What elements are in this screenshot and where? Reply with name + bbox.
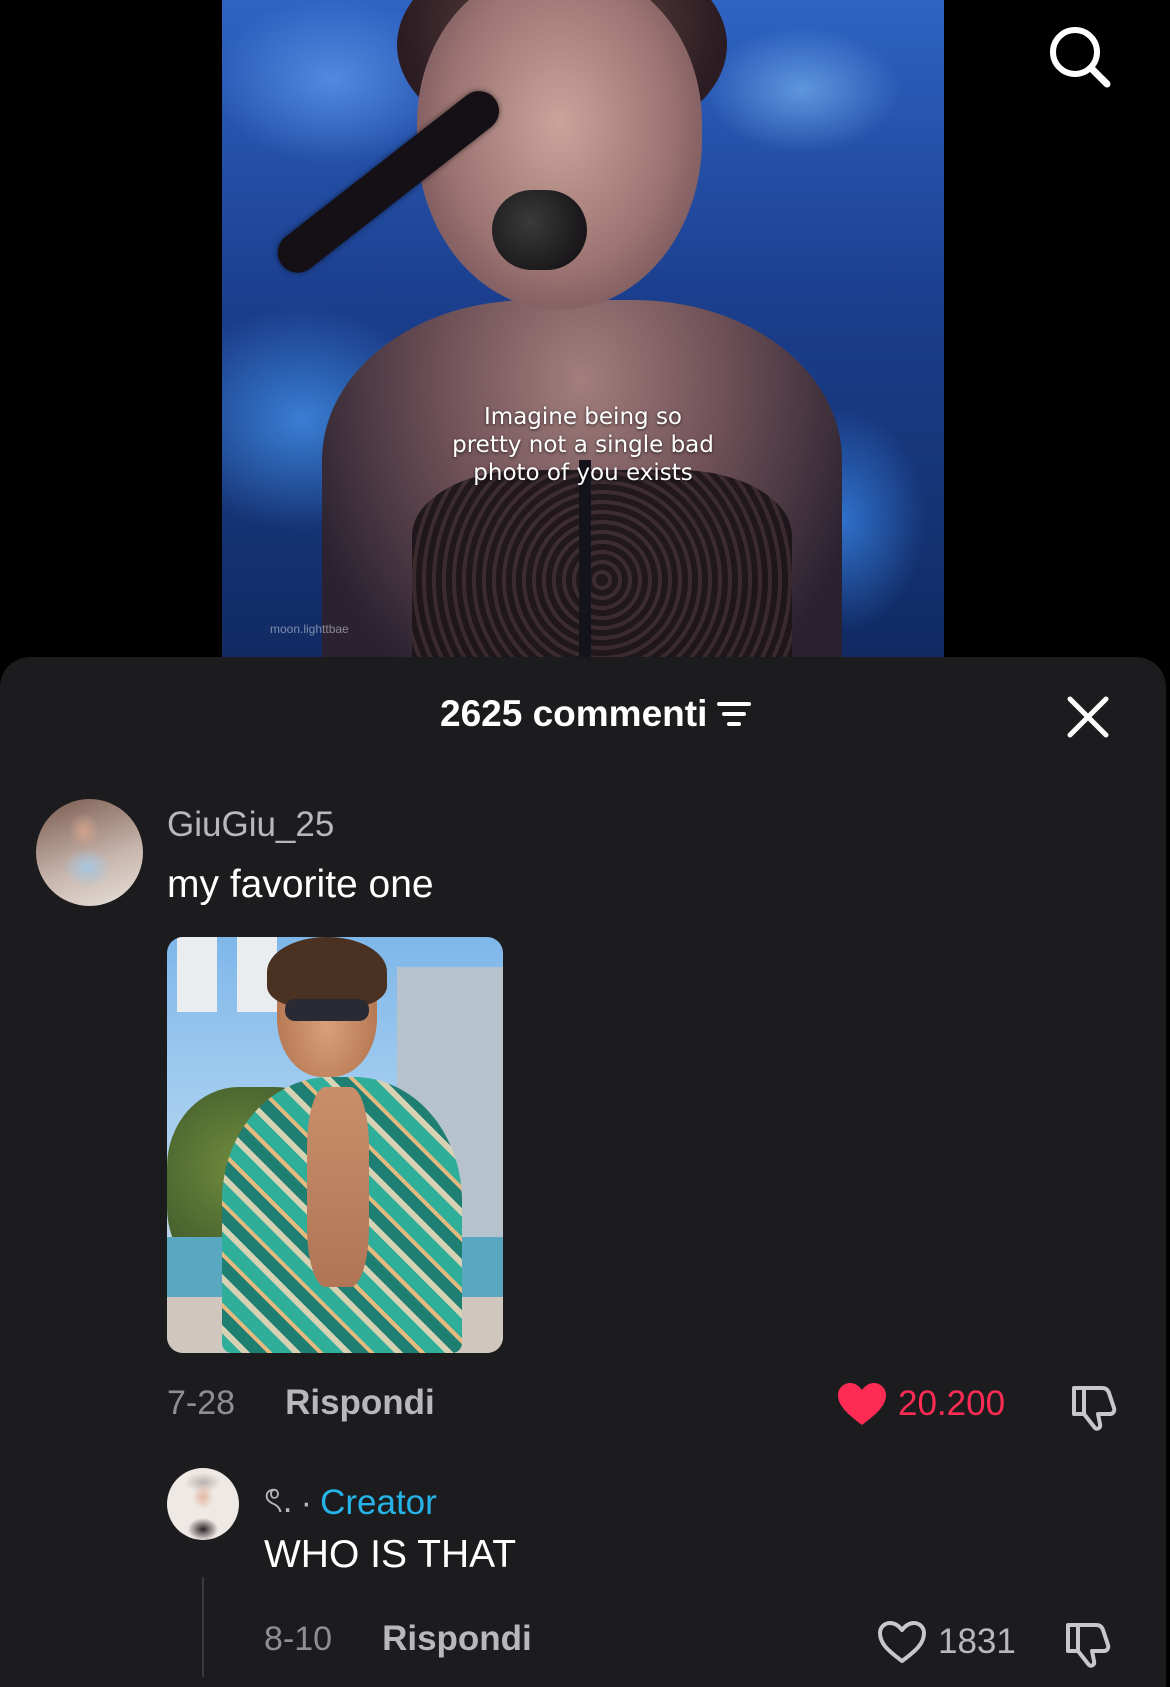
dislike-button[interactable]: [1062, 1619, 1114, 1674]
video-frame-microphone-head: [492, 190, 587, 270]
like-button[interactable]: 20.200: [836, 1381, 1005, 1427]
like-button[interactable]: 1831: [876, 1619, 1016, 1665]
image-flag: [177, 937, 217, 1012]
video-caption-line: pretty not a single bad: [452, 432, 714, 458]
heart-filled-icon: [838, 1383, 886, 1425]
reply-author-line: ৎ. · Creator: [264, 1473, 437, 1532]
separator-dot: ·: [300, 1482, 313, 1522]
creator-avatar[interactable]: [167, 1468, 239, 1540]
like-count: 1831: [938, 1622, 1016, 1661]
video-frame-lace-top: [412, 470, 792, 660]
video-caption-line: photo of you exists: [473, 460, 693, 486]
search-icon: [1050, 27, 1111, 88]
sort-filter-icon: [717, 702, 752, 726]
like-count: 20.200: [898, 1384, 1006, 1423]
thread-line: [202, 1577, 204, 1677]
video-player[interactable]: Imagine being so pretty not a single bad…: [222, 0, 944, 660]
image-chest: [307, 1087, 369, 1287]
reply-username[interactable]: ৎ.: [264, 1473, 292, 1532]
reply-button[interactable]: Rispondi: [382, 1619, 532, 1659]
creator-badge: Creator: [320, 1482, 437, 1522]
dislike-button[interactable]: [1068, 1382, 1120, 1437]
reply-text: WHO IS THAT: [264, 1533, 517, 1576]
close-button[interactable]: [1066, 695, 1110, 739]
heart-outline-icon: [878, 1621, 926, 1663]
video-watermark: moon.lighttbae: [270, 622, 349, 636]
comments-header: 2625 commenti: [440, 693, 752, 734]
comment-image[interactable]: [167, 937, 503, 1353]
search-button[interactable]: [1045, 22, 1115, 92]
image-sunglasses: [285, 999, 369, 1021]
comment-meta: 7-28 Rispondi: [167, 1383, 435, 1423]
close-icon: [1067, 696, 1109, 738]
comment-username[interactable]: GiuGiu_25: [167, 805, 334, 845]
comments-count: 2625 commenti: [440, 693, 708, 734]
sort-button[interactable]: [717, 699, 752, 729]
comments-sheet: 2625 commenti GiuGiu_25 my favorite one: [0, 657, 1166, 1687]
thumbs-down-icon: [1072, 1386, 1117, 1431]
image-hair: [267, 937, 387, 1007]
reply-date: 8-10: [264, 1619, 333, 1658]
reply-meta: 8-10 Rispondi: [264, 1619, 532, 1659]
comment-date: 7-28: [167, 1383, 236, 1422]
thumbs-down-icon: [1066, 1623, 1111, 1668]
avatar[interactable]: [36, 799, 143, 906]
reply-button[interactable]: Rispondi: [285, 1383, 435, 1423]
video-caption: Imagine being so pretty not a single bad…: [222, 403, 944, 487]
video-frame-mic-stand: [579, 460, 591, 660]
video-caption-line: Imagine being so: [484, 404, 682, 430]
comment-text: my favorite one: [167, 863, 434, 906]
